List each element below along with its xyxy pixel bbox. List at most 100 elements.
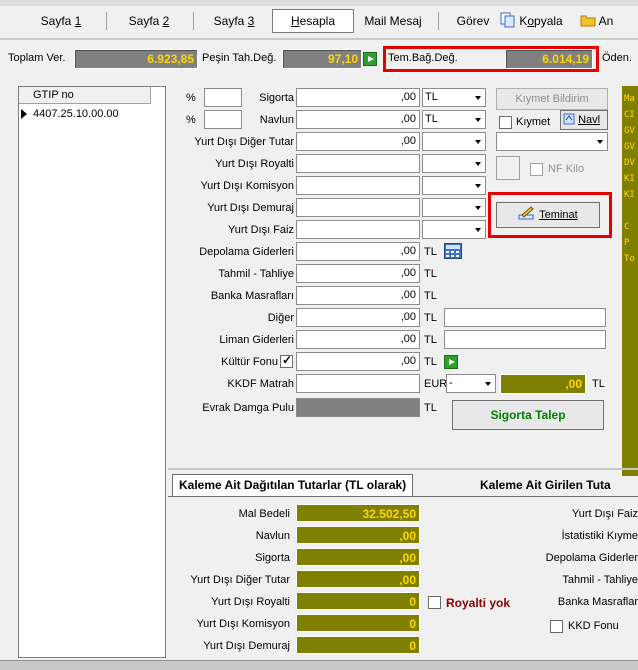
summary-line: Ma — [624, 94, 635, 104]
gtip-list[interactable]: GTIP no 4407.25.10.00.00 — [18, 86, 166, 658]
folder-icon — [580, 12, 596, 27]
tab-dagitilan-tutarlar[interactable]: Kaleme Ait Dağıtılan Tutarlar (TL olarak… — [172, 474, 414, 496]
kiymet-bildirim-button[interactable]: Kıymet Bildirim — [496, 88, 608, 110]
yddem-currency-select[interactable] — [422, 198, 486, 217]
ydf-label: Yurt Dışı Faiz — [227, 224, 294, 236]
tab-sayfa-1[interactable]: Sayfa 1 — [30, 10, 92, 32]
sigorta-label: Sigorta — [255, 552, 290, 564]
ydd-input[interactable]: ,00 — [296, 132, 420, 151]
tahmil-currency: TL — [424, 268, 437, 280]
navlun-percent-input[interactable] — [204, 110, 242, 129]
liman-aciklama-input[interactable] — [444, 330, 606, 349]
r-depolama-label: Depolama Giderler — [545, 552, 638, 564]
summary-line: KI — [624, 190, 635, 200]
nf-kilo-label: NF Kilo — [548, 163, 585, 175]
navlun-value: ,00 — [296, 526, 420, 544]
sigorta-input[interactable]: ,00 — [296, 88, 420, 107]
ydr-label: Yurt Dışı Royalti — [215, 158, 294, 170]
liman-input[interactable]: ,00 — [296, 330, 420, 349]
tahmil-input[interactable]: ,00 — [296, 264, 420, 283]
ydk-label: Yurt Dışı Komisyon — [196, 618, 290, 630]
r-istatistiki-label: İstatistiki Kıyme — [561, 530, 638, 542]
evrak-currency: TL — [424, 402, 437, 414]
tab-sayfa-3[interactable]: Sayfa 3 — [204, 10, 264, 32]
tab-underline — [0, 38, 638, 40]
arrow-right-icon[interactable] — [363, 52, 377, 66]
yddem-input[interactable] — [296, 198, 420, 217]
kiymet-checkbox[interactable] — [499, 116, 512, 129]
sigorta-percent-input[interactable] — [204, 88, 242, 107]
ydr-value: 0 — [296, 592, 420, 610]
pen-icon — [518, 205, 536, 220]
sigorta-currency-select[interactable]: TL — [422, 88, 486, 107]
tab-kopyala[interactable]: Kopyala — [500, 10, 576, 32]
kkdf-currency-select[interactable]: - — [446, 374, 496, 393]
tab-gorev[interactable]: Görev — [452, 10, 494, 32]
tab-baseline — [168, 496, 638, 497]
copy-icon — [500, 12, 516, 28]
evrak-damga-label: Evrak Damga Pulu — [202, 402, 294, 414]
ydr-currency-select[interactable] — [422, 154, 486, 173]
ydd-currency-select[interactable] — [422, 132, 486, 151]
diger-input[interactable]: ,00 — [296, 308, 420, 327]
depolama-label: Depolama Giderleri — [199, 246, 294, 258]
percent-sign: % — [186, 114, 196, 126]
sigorta-talep-button[interactable]: Sigorta Talep — [452, 400, 604, 430]
tab-separator — [193, 12, 194, 30]
ydf-currency-select[interactable] — [422, 220, 486, 239]
summary-line: GV — [624, 126, 635, 136]
kultur-fonu-label: Kültür Fonu — [221, 356, 278, 368]
gtip-column-header[interactable]: GTIP no — [19, 87, 151, 104]
summary-line: GV — [624, 142, 635, 152]
mal-bedeli-label: Mal Bedeli — [238, 508, 290, 520]
yddem-label: Yurt Dışı Demuraj — [207, 202, 294, 214]
navlun-currency-select[interactable]: TL — [422, 110, 486, 129]
kkdf-result-value: ,00 — [500, 374, 586, 394]
ydk-input[interactable] — [296, 176, 420, 195]
pesin-tah-value: 97,10 — [282, 49, 362, 69]
tab-ana[interactable]: An — [580, 10, 638, 32]
ydr-input[interactable] — [296, 154, 420, 173]
kkd-fonu-checkbox[interactable] — [550, 620, 563, 633]
diger-currency: TL — [424, 312, 437, 324]
kkdf-currency: EUR — [424, 378, 448, 390]
totals-bar: Toplam Ver. 6.923,85 Peşin Tah.Değ. 97,1… — [0, 44, 638, 74]
kkdf-matrah-label: KKDF Matrah — [227, 378, 294, 390]
ydd-label: Yurt Dışı Diğer Tutar — [190, 574, 290, 586]
tab-hesapla[interactable]: Hesapla — [272, 9, 354, 33]
kiymet-select[interactable] — [496, 132, 608, 151]
teminat-button[interactable]: Teminat — [496, 202, 600, 228]
royalti-yok-checkbox[interactable] — [428, 596, 441, 609]
ydf-input[interactable] — [296, 220, 420, 239]
evrak-damga-input — [296, 398, 420, 417]
liman-label: Liman Giderleri — [219, 334, 294, 346]
diger-aciklama-input[interactable] — [444, 308, 606, 327]
depolama-input[interactable]: ,00 — [296, 242, 420, 261]
oden-label: Öden. — [602, 52, 632, 64]
r-banka-label: Banka Masraflar — [557, 596, 638, 608]
tab-mail-mesaj[interactable]: Mail Mesaj — [358, 10, 428, 32]
ydd-value: ,00 — [296, 570, 420, 588]
percent-sign: % — [186, 92, 196, 104]
calculator-icon[interactable] — [444, 243, 462, 259]
yddem-label: Yurt Dışı Demuraj — [203, 640, 290, 652]
pesin-tah-label: Peşin Tah.Değ. — [202, 52, 277, 64]
summary-line: To — [624, 254, 635, 264]
ydk-value: 0 — [296, 614, 420, 632]
banka-input[interactable]: ,00 — [296, 286, 420, 305]
title-strip — [0, 0, 638, 6]
ydk-currency-select[interactable] — [422, 176, 486, 195]
kultur-fonu-input[interactable]: ,00 — [296, 352, 420, 371]
gtip-row[interactable]: 4407.25.10.00.00 — [19, 106, 165, 122]
tab-sayfa-2[interactable]: Sayfa 2 — [118, 10, 180, 32]
summary-side-panel: Ma CI GV GV DV KI KI C P To — [622, 86, 638, 476]
mal-bedeli-value: 32.502,50 — [296, 504, 420, 522]
kultur-fonu-checkbox[interactable] — [280, 353, 293, 368]
tab-separator — [106, 12, 107, 30]
tab-girilen-tutarlar[interactable]: Kaleme Ait Girilen Tuta — [478, 476, 611, 496]
navl-button[interactable]: Navl — [560, 110, 608, 130]
nf-kilo-checkbox[interactable] — [530, 163, 543, 176]
kkdf-matrah-input[interactable] — [296, 374, 420, 393]
navlun-input[interactable]: ,00 — [296, 110, 420, 129]
arrow-right-icon[interactable] — [444, 355, 458, 369]
